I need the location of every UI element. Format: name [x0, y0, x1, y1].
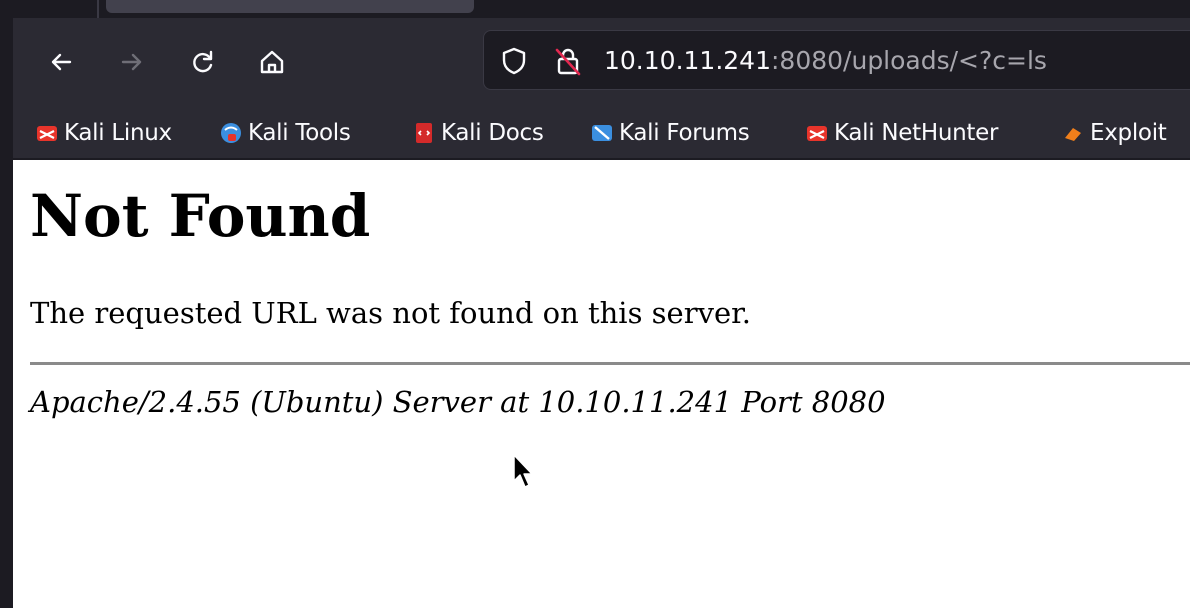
kali-dragon-icon [37, 126, 57, 141]
kali-tools-icon [221, 123, 241, 143]
bookmark-kali-forums[interactable]: Kali Forums [591, 118, 750, 148]
address-bar[interactable]: 10.10.11.241:8080/uploads/<?c=ls [483, 30, 1190, 90]
home-button[interactable] [252, 42, 292, 82]
kali-nethunter-icon [807, 126, 827, 141]
bookmark-kali-nethunter[interactable]: Kali NetHunter [806, 118, 998, 148]
forward-button[interactable] [112, 42, 152, 82]
active-tab[interactable] [106, 0, 474, 13]
bookmark-kali-tools[interactable]: Kali Tools [220, 118, 351, 148]
bookmark-kali-linux[interactable]: Kali Linux [36, 118, 172, 148]
tab-strip [0, 0, 1190, 18]
tab-separator [97, 0, 99, 18]
bookmarks-toolbar: Kali Linux Kali Tools Kali Docs Kali For… [0, 108, 1190, 160]
shield-icon[interactable] [501, 46, 527, 76]
url-host: 10.10.11.241 [604, 46, 771, 75]
home-icon [260, 50, 284, 74]
insecure-lock-icon[interactable] [554, 46, 582, 76]
bookmark-label: Kali NetHunter [834, 120, 999, 146]
page-heading: Not Found [30, 182, 371, 250]
divider [30, 362, 1190, 365]
url-text[interactable]: 10.10.11.241:8080/uploads/<?c=ls [604, 44, 1047, 78]
kali-docs-icon [416, 123, 432, 143]
bookmark-label: Kali Tools [248, 120, 351, 146]
page-content: Not Found The requested URL was not foun… [13, 162, 1190, 608]
back-icon [51, 53, 72, 71]
mouse-cursor-icon [513, 454, 533, 488]
navigation-toolbar: 10.10.11.241:8080/uploads/<?c=ls [0, 18, 1190, 108]
bookmark-label: Exploit [1090, 120, 1167, 146]
back-button[interactable] [41, 42, 81, 82]
error-message: The requested URL was not found on this … [30, 296, 752, 330]
exploit-db-icon [1065, 128, 1081, 141]
window-edge [0, 0, 13, 608]
bookmark-label: Kali Forums [619, 120, 750, 146]
bookmark-kali-docs[interactable]: Kali Docs [413, 118, 544, 148]
reload-button[interactable] [183, 42, 223, 82]
server-signature: Apache/2.4.55 (Ubuntu) Server at 10.10.1… [30, 385, 886, 419]
kali-forums-icon [592, 125, 612, 141]
url-path: :8080/uploads/<?c=ls [771, 46, 1047, 75]
reload-icon [193, 50, 213, 73]
bookmark-label: Kali Linux [64, 120, 172, 146]
forward-icon [121, 53, 142, 71]
bookmark-exploit-db[interactable]: Exploit [1062, 118, 1167, 148]
bookmark-label: Kali Docs [441, 120, 544, 146]
